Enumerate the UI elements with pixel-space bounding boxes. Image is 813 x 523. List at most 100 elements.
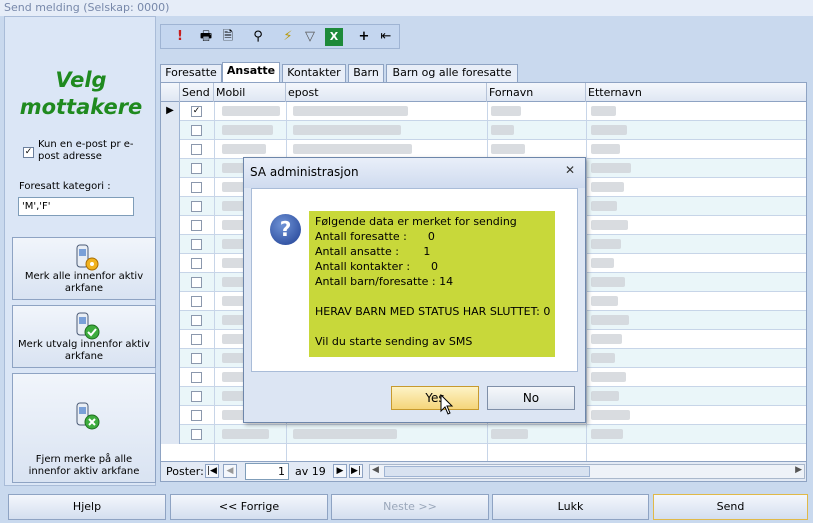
tab-ansatte[interactable]: Ansatte bbox=[222, 62, 280, 83]
redacted-cell bbox=[591, 106, 616, 116]
category-input[interactable]: 'M','F' bbox=[18, 197, 134, 216]
redacted-cell bbox=[591, 429, 623, 439]
col-send[interactable]: Send bbox=[180, 83, 214, 102]
send-checkbox[interactable] bbox=[191, 201, 202, 212]
next-button[interactable]: Neste >> bbox=[331, 494, 489, 520]
row-indicator[interactable]: ▶ bbox=[161, 102, 180, 121]
one-email-checkbox[interactable]: ✓ bbox=[23, 147, 34, 158]
no-button[interactable]: No bbox=[487, 386, 575, 410]
redacted-cell bbox=[591, 334, 622, 344]
nav-label: Poster: bbox=[166, 465, 204, 478]
scroll-left-icon[interactable]: ◀ bbox=[372, 465, 379, 475]
collapse-icon[interactable]: ⇤ bbox=[377, 28, 395, 46]
row-indicator[interactable] bbox=[161, 159, 180, 178]
col-fornavn[interactable]: Fornavn bbox=[487, 83, 586, 102]
row-indicator[interactable] bbox=[161, 121, 180, 140]
unmark-all-button[interactable]: Fjern merke på alle innenfor aktiv arkfa… bbox=[12, 373, 156, 483]
redacted-cell bbox=[591, 258, 614, 268]
send-checkbox[interactable] bbox=[191, 163, 202, 174]
send-checkbox[interactable] bbox=[191, 182, 202, 193]
table-row[interactable] bbox=[161, 425, 806, 444]
close-button[interactable]: Lukk bbox=[492, 494, 649, 520]
close-icon[interactable]: ✕ bbox=[563, 163, 577, 177]
send-checkbox[interactable] bbox=[191, 410, 202, 421]
send-checkbox[interactable] bbox=[191, 125, 202, 136]
send-checkbox[interactable] bbox=[191, 315, 202, 326]
row-indicator[interactable] bbox=[161, 406, 180, 425]
tab-barn[interactable]: Barn bbox=[348, 64, 384, 82]
filter-lightning-icon[interactable]: ⚡ bbox=[279, 28, 297, 46]
filter-icon[interactable]: ▽ bbox=[301, 28, 319, 46]
toolbar: ! 🖶 🗎 ⚲ ⚡ ▽ X + ⇤ bbox=[160, 24, 400, 49]
horizontal-scrollbar[interactable]: ◀ ▶ bbox=[369, 464, 805, 479]
tab-kontakter[interactable]: Kontakter bbox=[282, 64, 346, 82]
scroll-right-icon[interactable]: ▶ bbox=[795, 465, 802, 475]
row-indicator[interactable] bbox=[161, 330, 180, 349]
row-indicator[interactable] bbox=[161, 178, 180, 197]
redacted-cell bbox=[293, 106, 408, 116]
next-record-icon[interactable]: ▶ bbox=[333, 464, 347, 478]
send-checkbox[interactable] bbox=[191, 372, 202, 383]
first-record-icon[interactable]: |◀ bbox=[205, 464, 219, 478]
row-indicator[interactable] bbox=[161, 292, 180, 311]
add-icon[interactable]: + bbox=[355, 28, 373, 46]
one-email-option[interactable]: ✓ Kun en e-post pr e-post adresse bbox=[23, 139, 155, 163]
send-checkbox[interactable] bbox=[191, 391, 202, 402]
record-navigator: Poster: |◀ ◀ 1 av 19 ▶ ▶| ◀ ▶ bbox=[160, 462, 807, 482]
yes-button[interactable]: Yes bbox=[391, 386, 479, 410]
message-line: Antall foresatte : 0 bbox=[315, 230, 435, 243]
send-checkbox[interactable] bbox=[191, 429, 202, 440]
send-checkbox[interactable] bbox=[191, 296, 202, 307]
help-button[interactable]: Hjelp bbox=[8, 494, 166, 520]
row-indicator[interactable] bbox=[161, 311, 180, 330]
redacted-cell bbox=[293, 125, 401, 135]
left-panel: Velg mottakere ✓ Kun en e-post pr e-post… bbox=[4, 16, 156, 486]
binoculars-icon[interactable]: ⚲ bbox=[249, 28, 267, 46]
redacted-cell bbox=[591, 125, 627, 135]
redacted-cell bbox=[591, 163, 631, 173]
send-checkbox[interactable] bbox=[191, 277, 202, 288]
col-etternavn[interactable]: Etternavn bbox=[586, 83, 806, 102]
prev-record-icon[interactable]: ◀ bbox=[223, 464, 237, 478]
row-indicator[interactable] bbox=[161, 349, 180, 368]
tab-barn-og-alle-foresatte[interactable]: Barn og alle foresatte bbox=[386, 64, 518, 82]
redacted-cell bbox=[491, 429, 528, 439]
col-epost[interactable]: epost bbox=[286, 83, 487, 102]
mark-all-button[interactable]: Merk alle innenfor aktiv arkfane bbox=[12, 237, 156, 300]
row-indicator[interactable] bbox=[161, 368, 180, 387]
tab-foresatte[interactable]: Foresatte bbox=[160, 64, 222, 82]
row-indicator[interactable] bbox=[161, 425, 180, 444]
row-indicator[interactable] bbox=[161, 216, 180, 235]
send-checkbox[interactable] bbox=[191, 334, 202, 345]
send-checkbox[interactable] bbox=[191, 144, 202, 155]
scrollbar-thumb[interactable] bbox=[384, 466, 590, 477]
message-line: Følgende data er merket for sending bbox=[315, 215, 517, 228]
printer-icon[interactable]: 🖶 bbox=[197, 28, 215, 46]
send-button[interactable]: Send bbox=[653, 494, 808, 520]
table-row[interactable]: ▶ ✓ bbox=[161, 102, 806, 121]
mark-selection-button[interactable]: Merk utvalg innenfor aktiv arkfane bbox=[12, 305, 156, 368]
message-line: Vil du starte sending av SMS bbox=[315, 335, 473, 348]
send-checkbox[interactable]: ✓ bbox=[191, 106, 202, 117]
excel-icon[interactable]: X bbox=[325, 28, 343, 46]
message-line: Antall barn/foresatte : 14 bbox=[315, 275, 454, 288]
row-indicator[interactable] bbox=[161, 235, 180, 254]
send-checkbox[interactable] bbox=[191, 220, 202, 231]
print-preview-icon[interactable]: 🗎 bbox=[219, 28, 237, 46]
previous-button[interactable]: << Forrige bbox=[170, 494, 328, 520]
row-indicator[interactable] bbox=[161, 273, 180, 292]
row-indicator[interactable] bbox=[161, 140, 180, 159]
exclamation-icon[interactable]: ! bbox=[171, 28, 189, 46]
col-mobil[interactable]: Mobil bbox=[214, 83, 286, 102]
send-checkbox[interactable] bbox=[191, 353, 202, 364]
send-checkbox[interactable] bbox=[191, 258, 202, 269]
last-record-icon[interactable]: ▶| bbox=[349, 464, 363, 478]
record-number-input[interactable]: 1 bbox=[245, 463, 289, 480]
row-indicator[interactable] bbox=[161, 254, 180, 273]
row-indicator[interactable] bbox=[161, 197, 180, 216]
phone-remove-icon bbox=[76, 402, 100, 430]
send-checkbox[interactable] bbox=[191, 239, 202, 250]
table-row[interactable] bbox=[161, 121, 806, 140]
message-line bbox=[315, 319, 549, 334]
row-indicator[interactable] bbox=[161, 387, 180, 406]
